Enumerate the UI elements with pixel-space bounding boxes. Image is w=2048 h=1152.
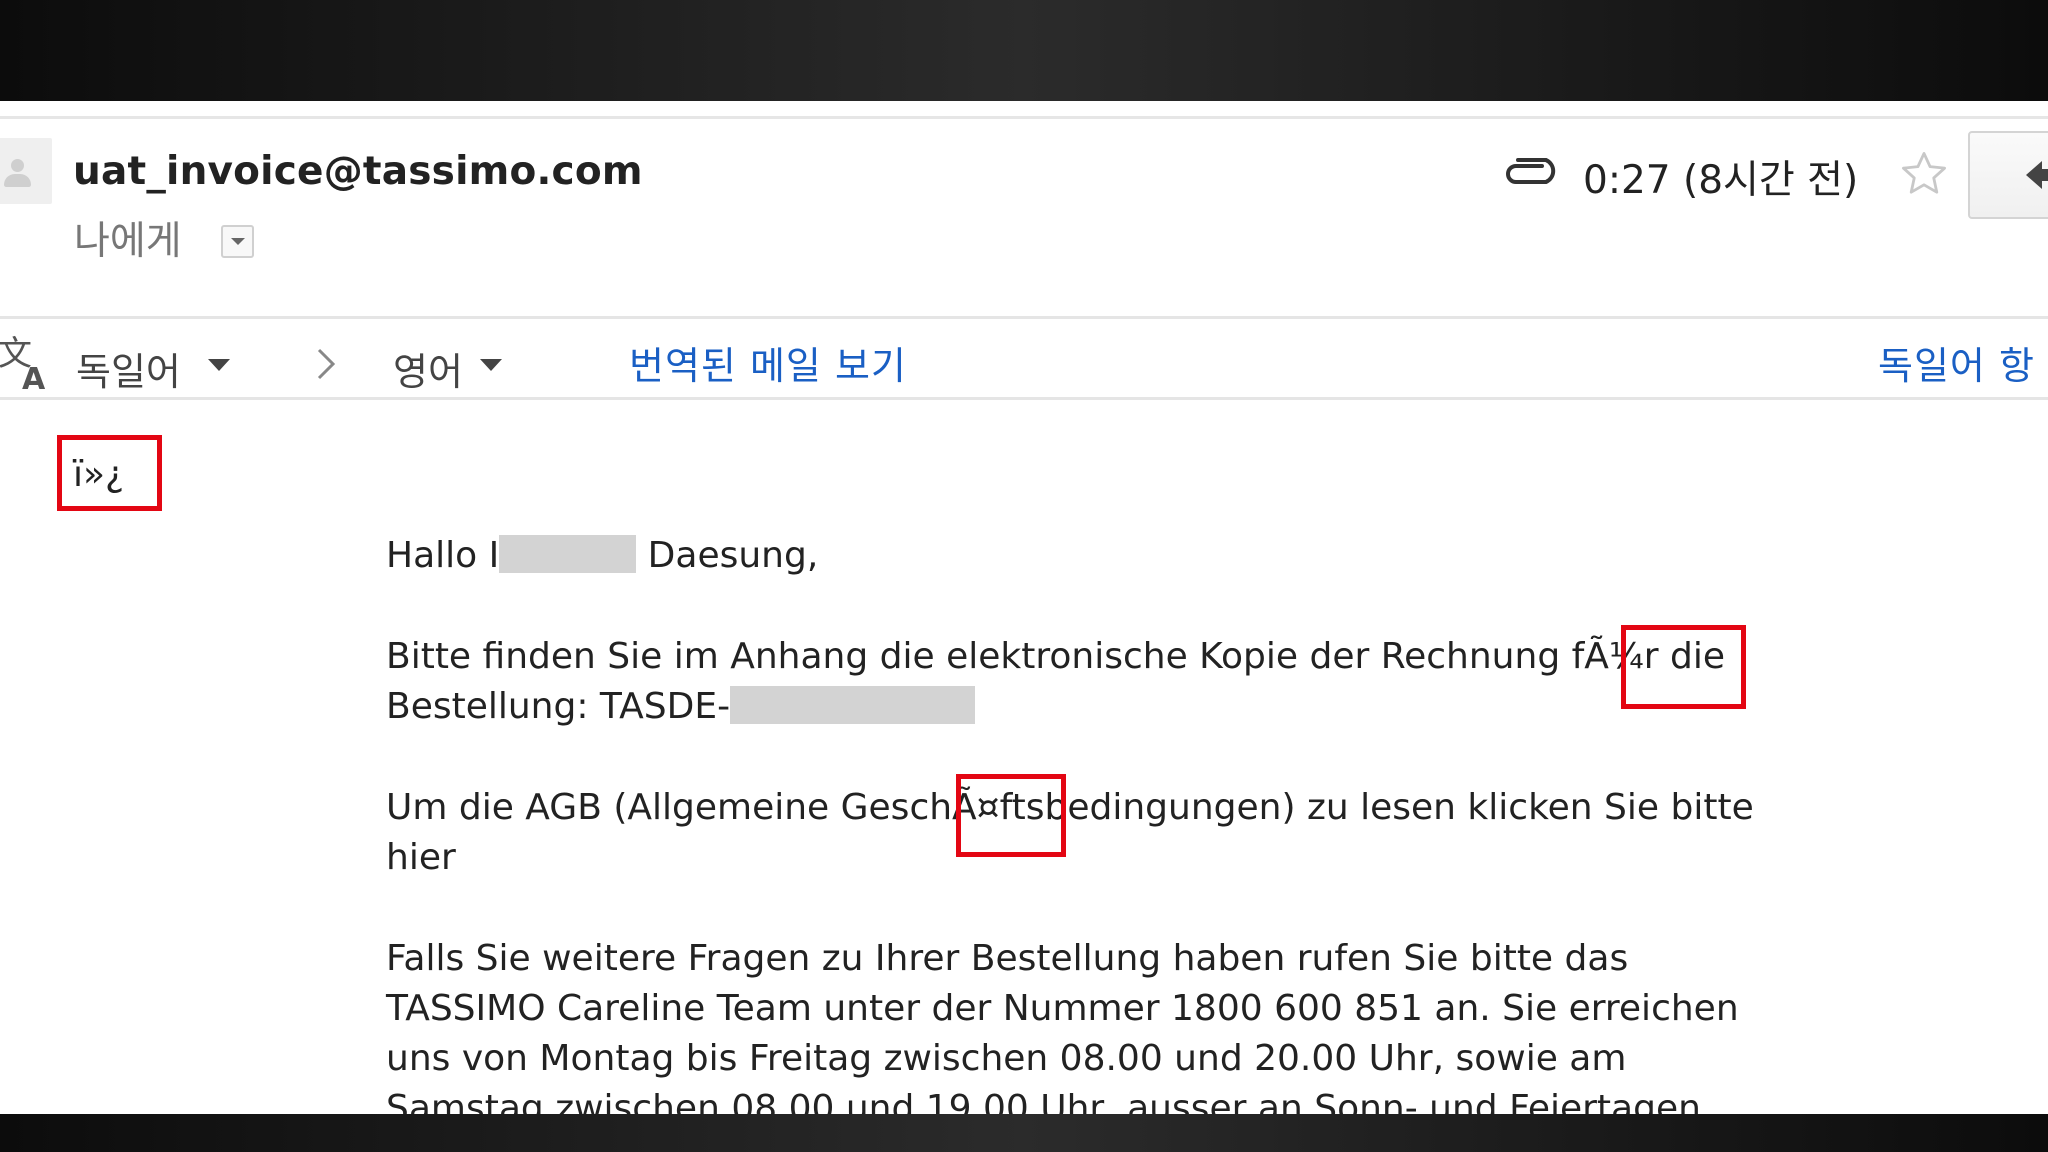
chevron-right-icon xyxy=(317,348,336,380)
paragraph-3-line-1: Falls Sie weitere Fragen zu Ihrer Bestel… xyxy=(386,938,1629,979)
bom-garble-highlight: ï»¿ xyxy=(57,435,162,511)
source-language-select[interactable]: 독일어 xyxy=(76,341,181,396)
always-translate-link[interactable]: 독일어 항 xyxy=(1878,335,2035,390)
paragraph-3-line-4: Samstag zwischen 08.00 und 19.00 Uhr, au… xyxy=(386,1088,1701,1114)
header-divider xyxy=(0,116,2048,119)
bom-garble-text: ï»¿ xyxy=(73,454,125,495)
paragraph-2-line-1: Um die AGB (Allgemeine GeschÃ¤ftsbedingu… xyxy=(386,787,1754,828)
star-outline-icon[interactable] xyxy=(1898,148,1950,200)
caret-down-icon[interactable] xyxy=(480,359,502,371)
svg-text:A: A xyxy=(22,362,46,391)
view-translated-link[interactable]: 번역된 메일 보기 xyxy=(629,335,907,390)
recipient-details-dropdown[interactable] xyxy=(221,225,254,258)
translate-icon: 文 A xyxy=(0,334,46,391)
video-letterbox-top xyxy=(0,0,2048,101)
order-number-prefix: Bestellung: TASDE- xyxy=(386,686,731,727)
video-letterbox-bottom xyxy=(0,1114,2048,1152)
default-avatar-icon xyxy=(0,138,52,204)
chevron-down-icon xyxy=(231,238,245,245)
redacted-name xyxy=(499,535,637,573)
paragraph-1-line-2: Bestellung: TASDE- xyxy=(386,682,976,732)
paragraph-3-line-3: uns von Montag bis Freitag zwischen 08.0… xyxy=(386,1038,1627,1079)
target-language-select[interactable]: 영어 xyxy=(393,341,463,396)
paperclip-icon xyxy=(1506,158,1556,184)
paragraph-1-line-1: Bitte finden Sie im Anhang die elektroni… xyxy=(386,636,1726,677)
garbled-fuer-highlight xyxy=(1621,625,1746,709)
greeting-suffix: Daesung, xyxy=(636,535,819,576)
paragraph-3-line-2: TASSIMO Careline Team unter der Nummer 1… xyxy=(386,988,1739,1029)
paragraph-2-line-2[interactable]: hier xyxy=(386,833,456,883)
greeting-line: Hallo I Daesung, xyxy=(386,531,818,581)
recipient-label: 나에게 xyxy=(74,219,182,264)
email-timestamp: 0:27 (8시간 전) xyxy=(1583,158,1859,203)
greeting-prefix: Hallo I xyxy=(386,535,500,576)
redacted-order-number xyxy=(730,686,976,724)
reply-button[interactable] xyxy=(1968,131,2048,219)
reply-arrow-icon xyxy=(2026,161,2048,189)
email-view: uat_invoice@tassimo.com 나에게 0:27 (8시간 전)… xyxy=(0,101,2048,1114)
translate-bar: 文 A 독일어 영어 번역된 메일 보기 독일어 항 xyxy=(0,316,2048,400)
garbled-geschaefts-highlight xyxy=(956,774,1066,857)
caret-down-icon[interactable] xyxy=(208,359,230,371)
sender-email[interactable]: uat_invoice@tassimo.com xyxy=(73,149,643,194)
